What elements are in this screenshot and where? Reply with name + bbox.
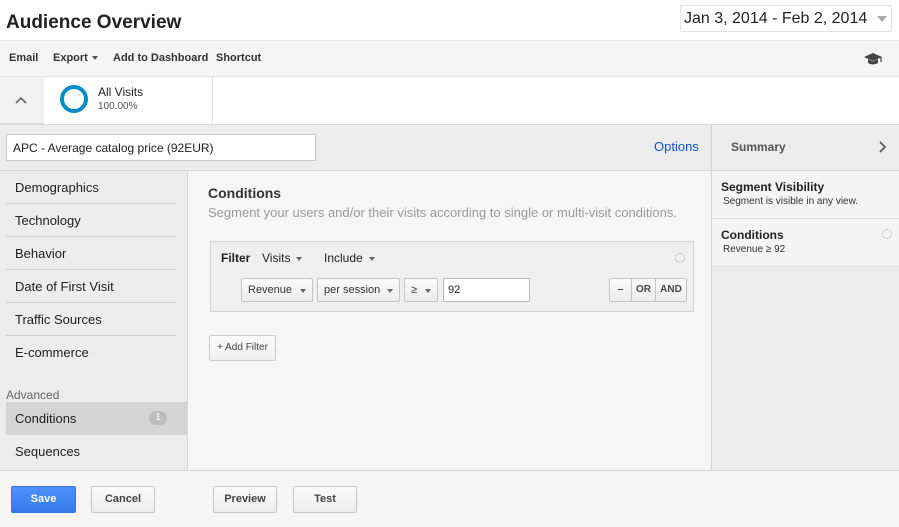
- graduation-cap-icon[interactable]: [863, 51, 883, 67]
- summary-conditions-title: Conditions: [721, 228, 784, 242]
- segment-ring-icon: [60, 85, 88, 113]
- summary-title: Summary: [731, 140, 786, 154]
- conditions-title: Conditions: [208, 185, 282, 201]
- preview-button[interactable]: Preview: [213, 486, 277, 513]
- nav-item-technology[interactable]: Technology: [6, 204, 176, 237]
- summary-panel: Summary Segment Visibility Segment is vi…: [711, 125, 899, 471]
- segment-percent: 100.00%: [98, 101, 138, 112]
- segment-name-input[interactable]: [6, 134, 316, 161]
- nav-item-conditions[interactable]: Conditions 1: [6, 402, 187, 435]
- nav-item-date-of-first-visit[interactable]: Date of First Visit: [6, 270, 176, 303]
- options-link[interactable]: Options: [654, 139, 699, 154]
- filter-button-group: – OR AND: [609, 278, 687, 302]
- summary-conditions: Conditions Revenue ≥ 92: [712, 219, 899, 267]
- nav-item-demographics[interactable]: Demographics: [6, 171, 176, 204]
- operator-value: ≥: [411, 284, 418, 296]
- editor-footer: Save Cancel Preview Test: [0, 470, 899, 527]
- filter-mode-dropdown[interactable]: Include: [324, 251, 375, 265]
- cancel-button[interactable]: Cancel: [91, 486, 155, 513]
- per-select[interactable]: per session: [317, 278, 400, 302]
- page-title: Audience Overview: [6, 12, 182, 33]
- filter-scope-value: Visits: [262, 251, 291, 265]
- operator-select[interactable]: ≥: [404, 278, 438, 302]
- nav-section-advanced: Advanced: [6, 388, 60, 402]
- caret-down-icon: [296, 256, 303, 261]
- date-range-picker[interactable]: Jan 3, 2014 - Feb 2, 2014: [680, 5, 892, 32]
- segment-card[interactable]: All Visits 100.00%: [44, 77, 213, 124]
- filter-scope-dropdown[interactable]: Visits: [262, 251, 303, 265]
- collapse-segments-button[interactable]: [0, 77, 44, 124]
- caret-down-icon: [425, 289, 431, 293]
- summary-visibility-text: Segment is visible in any view.: [723, 196, 859, 207]
- filter-value-input[interactable]: [443, 278, 530, 302]
- nav-item-traffic-sources[interactable]: Traffic Sources: [6, 303, 176, 336]
- conditions-panel: Conditions Segment your users and/or the…: [187, 171, 711, 471]
- caret-down-icon: [368, 256, 375, 261]
- per-value: per session: [324, 284, 381, 296]
- chevron-up-icon: [15, 96, 27, 104]
- date-range-text: Jan 3, 2014 - Feb 2, 2014: [684, 10, 868, 27]
- add-filter-button[interactable]: + Add Filter: [209, 335, 276, 361]
- segment-category-nav: Demographics Technology Behavior Date of…: [0, 171, 195, 471]
- and-button[interactable]: AND: [656, 279, 686, 301]
- email-button[interactable]: Email: [9, 52, 38, 64]
- chevron-down-icon: [877, 16, 887, 22]
- remove-filter-button[interactable]: –: [610, 279, 632, 301]
- conditions-description: Segment your users and/or their visits a…: [208, 205, 677, 220]
- metric-select[interactable]: Revenue: [241, 278, 313, 302]
- page-header: Audience Overview Jan 3, 2014 - Feb 2, 2…: [0, 0, 899, 41]
- report-toolbar: Email Export Add to Dashboard Shortcut: [0, 41, 899, 77]
- chevron-right-icon: [879, 141, 886, 153]
- segment-name-row: Options: [0, 125, 711, 171]
- nav-item-sequences[interactable]: Sequences: [6, 435, 176, 468]
- save-button[interactable]: Save: [11, 486, 76, 513]
- filter-label: Filter: [221, 251, 251, 265]
- caret-down-icon: [300, 289, 306, 293]
- nav-item-ecommerce[interactable]: E-commerce: [6, 336, 176, 369]
- conditions-count-badge: 1: [149, 411, 167, 425]
- caret-down-icon: [91, 56, 98, 61]
- shortcut-button[interactable]: Shortcut: [216, 52, 261, 64]
- filter-box: Filter Visits Include Revenue per sessio…: [210, 241, 694, 312]
- segment-bar-empty: [213, 77, 899, 124]
- or-button[interactable]: OR: [632, 279, 656, 301]
- caret-down-icon: [387, 289, 393, 293]
- filter-mode-value: Include: [324, 251, 363, 265]
- nav-item-label: Conditions: [15, 411, 77, 426]
- summary-visibility: Segment Visibility Segment is visible in…: [712, 171, 899, 219]
- nav-item-behavior[interactable]: Behavior: [6, 237, 176, 270]
- test-button[interactable]: Test: [293, 486, 357, 513]
- segment-editor: Options Demographics Technology Behavior…: [0, 124, 899, 471]
- drag-handle-icon[interactable]: [675, 253, 685, 263]
- segment-name: All Visits: [98, 85, 144, 99]
- metric-value: Revenue: [248, 284, 293, 296]
- export-button[interactable]: Export: [53, 52, 98, 64]
- summary-conditions-text: Revenue ≥ 92: [723, 244, 786, 255]
- segment-bar: All Visits 100.00%: [0, 77, 899, 124]
- summary-header[interactable]: Summary: [712, 125, 899, 171]
- export-label: Export: [53, 52, 88, 64]
- add-to-dashboard-button[interactable]: Add to Dashboard: [113, 52, 208, 64]
- drag-handle-icon[interactable]: [882, 229, 892, 239]
- summary-visibility-title: Segment Visibility: [721, 180, 825, 194]
